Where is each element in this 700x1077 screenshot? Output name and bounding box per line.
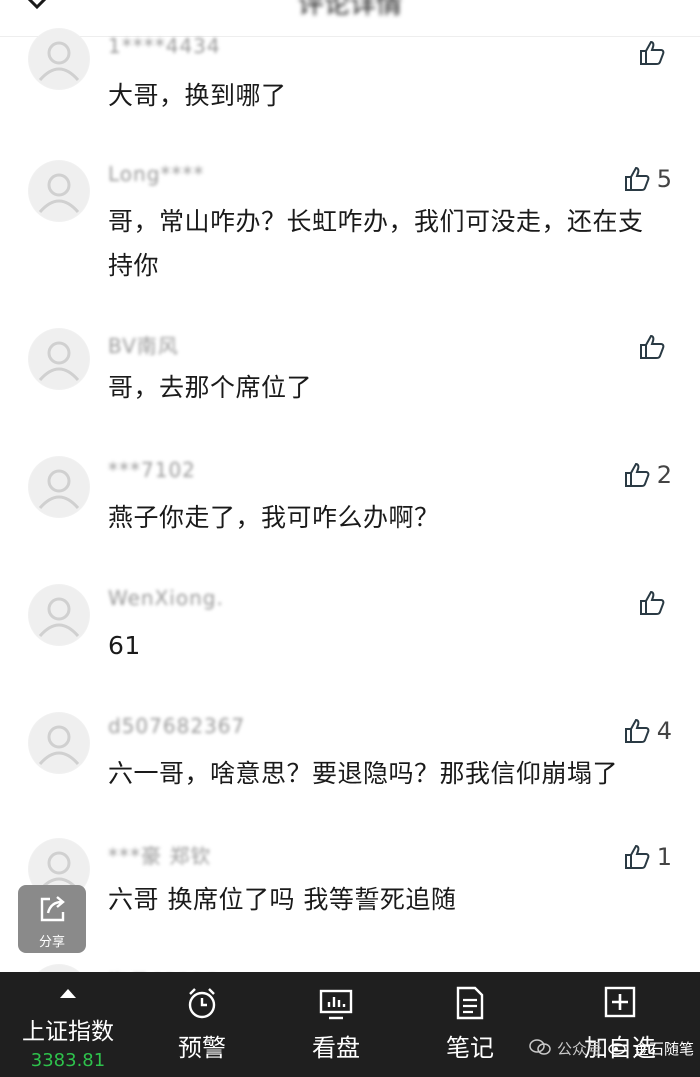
alert-label: 预警	[178, 1034, 226, 1062]
avatar-placeholder-icon	[29, 585, 89, 645]
thumbs-up-icon	[624, 166, 650, 191]
avatar[interactable]	[28, 712, 90, 774]
add-watchlist-tab[interactable]: 加自选	[572, 972, 668, 1077]
thumbs-up-icon	[640, 40, 665, 65]
watch-label: 看盘	[312, 1034, 360, 1062]
like-button[interactable]	[638, 588, 672, 618]
comment-username[interactable]: d507682367	[108, 714, 245, 738]
avatar[interactable]	[28, 160, 90, 222]
index-value: 3383.81	[30, 1050, 106, 1071]
notes-tab[interactable]: 笔记	[428, 972, 512, 1077]
comment-text: 哥，常山咋办？长虹咋办，我们可没走，还在支持你	[108, 207, 644, 280]
index-name: 上证指数	[22, 1019, 114, 1045]
watermark-source: 公众号	[556, 1040, 602, 1058]
thumbs-up-icon	[624, 844, 650, 869]
top-bar: 评论详情	[0, 0, 700, 37]
alarm-clock-icon	[185, 986, 219, 1024]
bottom-nav: 上证指数 3383.81 预警 看盘 笔记 加自选	[0, 972, 700, 1077]
avatar-placeholder-icon	[29, 29, 89, 89]
like-count: 5	[656, 165, 672, 193]
watermark: 公众号 金石随笔	[529, 1038, 694, 1059]
arrow-up-icon	[59, 984, 77, 1003]
document-icon	[455, 986, 485, 1024]
avatar-placeholder-icon	[29, 329, 89, 389]
page-title: 评论详情	[297, 0, 402, 20]
watch-tab[interactable]: 看盘	[294, 972, 378, 1077]
comment-text: 燕子你走了，我可咋么办啊？	[108, 503, 440, 532]
share-label: 分享	[38, 935, 65, 950]
comment-username[interactable]: BV南风	[108, 330, 179, 359]
avatar[interactable]	[28, 584, 90, 646]
alert-tab[interactable]: 预警	[160, 972, 244, 1077]
monitor-chart-icon	[319, 988, 353, 1024]
like-button[interactable]	[638, 38, 672, 68]
watermark-account: 金石随笔	[633, 1040, 694, 1058]
avatar[interactable]	[28, 28, 90, 90]
thumbs-up-icon	[624, 718, 650, 743]
avatar-placeholder-icon	[29, 161, 89, 221]
like-count: 4	[656, 717, 672, 745]
like-button[interactable]: 4	[623, 716, 672, 746]
like-button[interactable]	[638, 332, 672, 362]
comment-username[interactable]: ***7102	[108, 458, 196, 482]
like-count: 2	[656, 461, 672, 489]
plus-square-icon	[604, 986, 636, 1022]
avatar[interactable]	[28, 456, 90, 518]
comment-username[interactable]: 1****4434	[108, 34, 221, 58]
index-quote-tab[interactable]: 上证指数 3383.81	[0, 972, 136, 1077]
notes-label: 笔记	[446, 1034, 494, 1062]
comment-text: 六哥 换席位了吗 我等誓死追随	[108, 885, 457, 914]
wechat-icon	[529, 1038, 551, 1059]
comment-text: 61	[108, 631, 141, 660]
comment-text: 大哥，换到哪了	[108, 81, 287, 110]
avatar-placeholder-icon	[29, 457, 89, 517]
like-count: 1	[656, 843, 672, 871]
share-button[interactable]: 分享	[18, 885, 86, 953]
weibo-icon	[608, 1039, 628, 1059]
comment-username[interactable]: WenXiong.	[108, 586, 224, 610]
like-button[interactable]: 5	[623, 164, 672, 194]
thumbs-up-icon	[624, 462, 650, 487]
avatar-placeholder-icon	[29, 713, 89, 773]
comment-username[interactable]: Long****	[108, 162, 204, 186]
thumbs-up-icon	[640, 590, 665, 615]
comment-username[interactable]: ***豪 郑钦	[108, 840, 211, 869]
comment-text: 六一哥，啥意思？要退隐吗？那我信仰崩塌了	[108, 759, 619, 788]
like-button[interactable]: 2	[623, 460, 672, 490]
comment-text: 哥，去那个席位了	[108, 373, 313, 402]
like-button[interactable]: 1	[623, 842, 672, 872]
thumbs-up-icon	[640, 334, 665, 359]
share-icon	[40, 896, 65, 922]
avatar[interactable]	[28, 328, 90, 390]
